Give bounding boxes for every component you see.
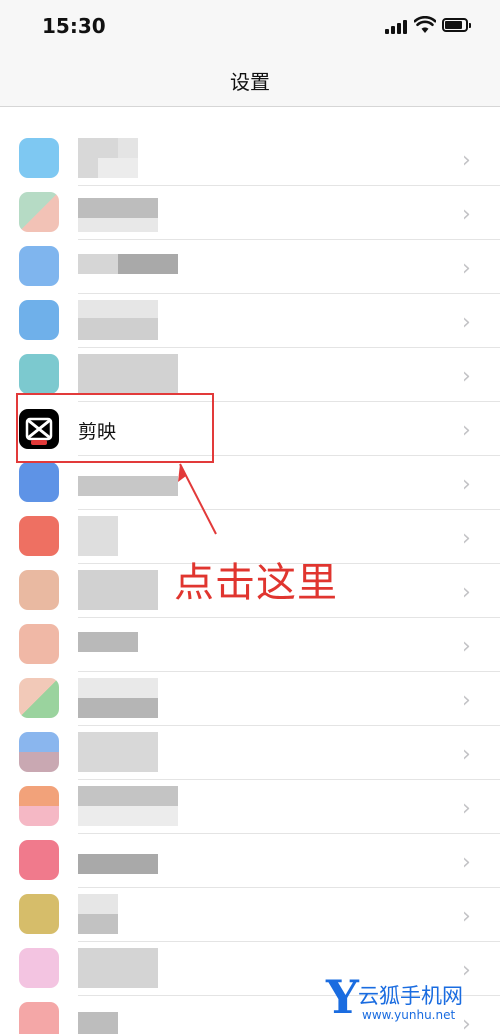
list-item[interactable]: › bbox=[0, 726, 500, 780]
app-icon bbox=[19, 894, 59, 934]
watermark-y-icon: Y bbox=[326, 970, 359, 1024]
chevron-right-icon: › bbox=[462, 310, 471, 335]
chevron-right-icon: › bbox=[462, 958, 471, 983]
pointer-arrow-icon bbox=[178, 463, 217, 535]
chevron-right-icon: › bbox=[462, 364, 471, 389]
status-time: 15:30 bbox=[42, 14, 106, 38]
chevron-right-icon: › bbox=[462, 634, 471, 659]
highlight-box bbox=[16, 393, 214, 463]
app-icon bbox=[19, 516, 59, 556]
app-icon bbox=[19, 1002, 59, 1034]
list-item[interactable]: › bbox=[0, 888, 500, 942]
app-icon bbox=[19, 948, 59, 988]
page-title: 设置 bbox=[230, 70, 270, 94]
list-item[interactable]: › bbox=[0, 132, 500, 186]
chevron-right-icon: › bbox=[462, 742, 471, 767]
chevron-right-icon: › bbox=[462, 1012, 471, 1034]
app-icon bbox=[19, 462, 59, 502]
callout-instruction: 点击这里 bbox=[174, 560, 338, 606]
list-item[interactable]: › bbox=[0, 456, 500, 510]
watermark-brand: 云狐手机网 bbox=[358, 984, 463, 1008]
app-icon bbox=[19, 138, 59, 178]
app-icon bbox=[19, 192, 59, 232]
watermark-url: www.yunhu.net bbox=[362, 1008, 456, 1022]
chevron-right-icon: › bbox=[462, 796, 471, 821]
chevron-right-icon: › bbox=[462, 202, 471, 227]
list-item[interactable]: › bbox=[0, 186, 500, 240]
navigation-bar: 设置 bbox=[0, 54, 500, 107]
app-icon bbox=[19, 354, 59, 394]
app-icon bbox=[19, 732, 59, 772]
status-bar: 15:30 bbox=[0, 0, 500, 54]
battery-icon bbox=[442, 18, 471, 32]
chevron-right-icon: › bbox=[462, 904, 471, 929]
list-item[interactable]: › bbox=[0, 780, 500, 834]
cellular-signal-icon bbox=[385, 20, 409, 34]
wifi-icon bbox=[414, 16, 436, 33]
app-icon bbox=[19, 786, 59, 826]
chevron-right-icon: › bbox=[462, 148, 471, 173]
chevron-right-icon: › bbox=[462, 256, 471, 281]
list-item[interactable]: › bbox=[0, 618, 500, 672]
chevron-right-icon: › bbox=[462, 526, 471, 551]
app-icon bbox=[19, 678, 59, 718]
app-icon bbox=[19, 300, 59, 340]
chevron-right-icon: › bbox=[462, 580, 471, 605]
chevron-right-icon: › bbox=[462, 472, 471, 497]
chevron-right-icon: › bbox=[462, 850, 471, 875]
app-icon bbox=[19, 840, 59, 880]
chevron-right-icon: › bbox=[462, 418, 471, 443]
app-icon bbox=[19, 624, 59, 664]
app-icon bbox=[19, 570, 59, 610]
chevron-right-icon: › bbox=[462, 688, 471, 713]
list-item[interactable]: › bbox=[0, 834, 500, 888]
list-item[interactable]: › bbox=[0, 672, 500, 726]
app-icon bbox=[19, 246, 59, 286]
list-item[interactable]: › bbox=[0, 240, 500, 294]
list-item[interactable]: › bbox=[0, 294, 500, 348]
